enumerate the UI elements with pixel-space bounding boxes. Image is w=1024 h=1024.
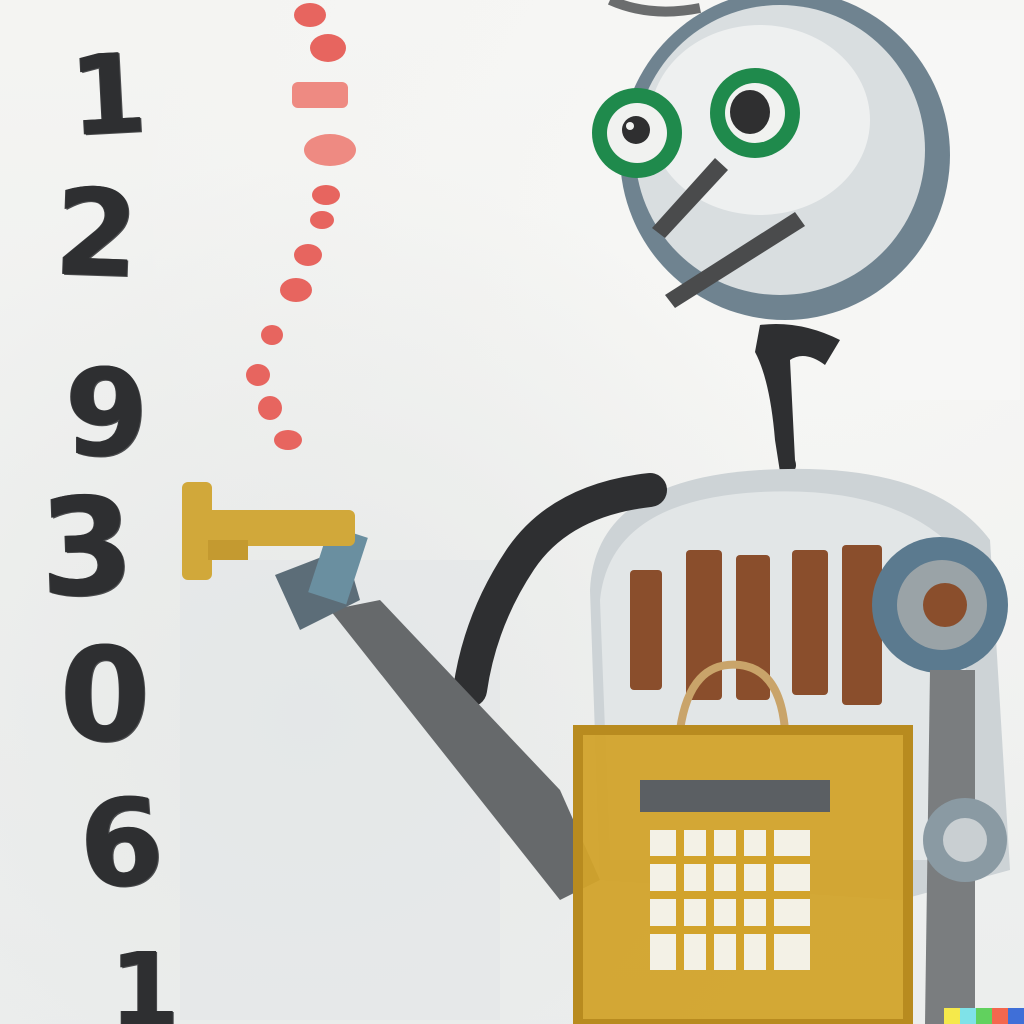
sig-swatch-cyan <box>960 1008 976 1024</box>
antenna <box>607 0 701 17</box>
sig-swatch-green <box>976 1008 992 1024</box>
sig-swatch-yellow <box>944 1008 960 1024</box>
shoulder-joint <box>872 537 1008 673</box>
sig-swatch-blue <box>1008 1008 1024 1024</box>
right-eye <box>710 68 800 158</box>
sig-swatch-red <box>992 1008 1008 1024</box>
red-dots-trail <box>246 3 356 450</box>
elbow-joint <box>923 798 1007 882</box>
background-shading <box>180 560 500 1020</box>
painting-canvas: 1 2 9 3 0 6 1 <box>0 0 1024 1024</box>
color-strip-signature <box>944 1008 1024 1024</box>
left-eye <box>592 88 682 178</box>
robot-illustration <box>180 0 1020 1024</box>
neck <box>755 324 840 473</box>
